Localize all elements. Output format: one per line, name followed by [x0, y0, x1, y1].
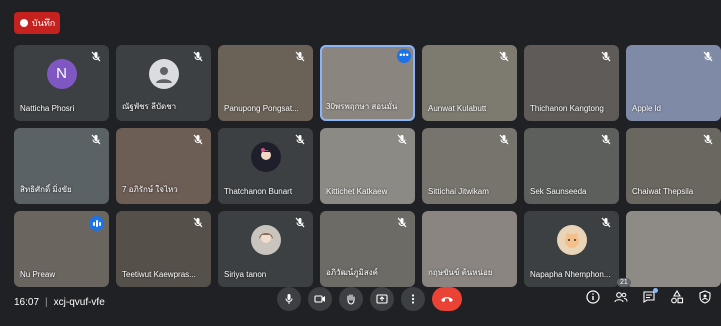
mic-off-icon: [295, 51, 305, 62]
meeting-info: 16:07 | xcj-qvuf-vfe: [14, 297, 105, 308]
mic-off-icon: [601, 51, 611, 62]
meeting-tools: 21: [585, 278, 713, 305]
participant-name: Thatchanon Bunart: [224, 187, 293, 196]
mic-off-icon: [499, 134, 509, 145]
more-options-icon[interactable]: •••: [397, 49, 411, 63]
avatar: [556, 224, 587, 255]
activities-icon: [671, 290, 684, 304]
participant-name: Thichanon Kangtong: [530, 104, 604, 113]
participant-tile[interactable]: Thatchanon Bunart: [218, 128, 313, 204]
participant-name: Apple ld: [632, 104, 661, 113]
participant-name: Chaiwat Thepsila: [632, 187, 694, 196]
end-call-button[interactable]: [432, 287, 462, 311]
mic-off-icon: [295, 134, 305, 145]
avatar: [148, 58, 179, 89]
participant-tile[interactable]: Kittichet Katkaew: [320, 128, 415, 204]
mic-off-icon: [193, 217, 203, 228]
more-icon: [411, 294, 415, 304]
chat-button[interactable]: [641, 288, 658, 305]
more-options-button[interactable]: [401, 287, 425, 311]
divider: |: [45, 297, 48, 308]
raise-hand-button[interactable]: [339, 287, 363, 311]
participant-tile[interactable]: ณัฐพัชร ลีบัดชา: [116, 45, 211, 121]
participant-name: Aunwat Kulabutt: [428, 104, 487, 113]
participant-name: Kittichet Katkaew: [326, 187, 388, 196]
meeting-details-button[interactable]: [585, 289, 601, 305]
mic-off-icon: [601, 134, 611, 145]
participant-tile[interactable]: Sittichai Jitwikam: [422, 128, 517, 204]
host-controls-button[interactable]: [697, 289, 713, 305]
record-indicator[interactable]: บันทึก: [14, 12, 60, 34]
participant-tile[interactable]: สิทธิศักดิ์ มิ่งขัย: [14, 128, 109, 204]
mic-off-icon: [91, 51, 101, 62]
mic-off-icon: [397, 217, 407, 228]
meeting-code: xcj-qvuf-vfe: [53, 297, 105, 308]
participant-tile[interactable]: Panupong Pongsat...: [218, 45, 313, 121]
avatar: N: [46, 58, 77, 89]
participant-tile[interactable]: Thichanon Kangtong: [524, 45, 619, 121]
participant-name: 30พรพฤกษา สอนมั่น: [326, 102, 398, 111]
participant-tile[interactable]: ••• 30พรพฤกษา สอนมั่น: [320, 45, 415, 121]
mic-off-icon: [91, 134, 101, 145]
participant-name: 7 อภิรักษ์ ใจไหว: [122, 185, 178, 194]
participant-tile[interactable]: Aunwat Kulabutt: [422, 45, 517, 121]
avatar: [250, 141, 281, 172]
end-call-icon: [441, 297, 453, 302]
participant-count-badge: 21: [617, 278, 631, 287]
unread-dot-icon: [653, 288, 658, 293]
people-icon: [614, 292, 628, 303]
raise-hand-icon: [347, 294, 355, 305]
camera-button[interactable]: [308, 287, 332, 311]
mic-icon: [285, 294, 293, 304]
call-controls: [277, 287, 462, 311]
participant-tile[interactable]: Chaiwat Thepsila: [626, 128, 721, 204]
people-button[interactable]: 21: [613, 278, 631, 305]
participant-name: สิทธิศักดิ์ มิ่งขัย: [20, 185, 72, 194]
participant-name: Panupong Pongsat...: [224, 104, 299, 113]
speaking-indicator-icon: [89, 216, 104, 231]
participant-tile[interactable]: Sek Saunseeda: [524, 128, 619, 204]
participant-tile[interactable]: N Natticha Phosri: [14, 45, 109, 121]
mic-off-icon: [397, 134, 407, 145]
profile-picture-icon: [258, 232, 273, 243]
record-dot-icon: [20, 19, 28, 27]
info-icon: [586, 290, 600, 304]
mic-off-icon: [295, 217, 305, 228]
mic-off-icon: [703, 51, 713, 62]
participant-name: Natticha Phosri: [20, 104, 75, 113]
participant-name: Sek Saunseeda: [530, 187, 587, 196]
present-icon: [376, 294, 388, 304]
participant-tile[interactable]: Apple ld: [626, 45, 721, 121]
record-label: บันทึก: [32, 18, 56, 28]
mic-button[interactable]: [277, 287, 301, 311]
profile-picture-icon: [564, 231, 579, 248]
avatar: [250, 224, 281, 255]
camera-icon: [314, 295, 325, 303]
mic-off-icon: [601, 217, 611, 228]
activities-button[interactable]: [669, 289, 685, 305]
participant-name: Sittichai Jitwikam: [428, 187, 489, 196]
mic-off-icon: [193, 51, 203, 62]
host-controls-icon: [699, 290, 711, 304]
profile-picture-icon: [259, 147, 272, 160]
participant-name: ณัฐพัชร ลีบัดชา: [122, 102, 177, 111]
mic-off-icon: [703, 134, 713, 145]
person-icon: [155, 66, 172, 83]
participant-grid: N Natticha Phosri ณัฐพัชร ลีบัดชา Panupo…: [14, 45, 721, 287]
mic-off-icon: [499, 51, 509, 62]
mic-off-icon: [193, 134, 203, 145]
bottom-bar: 16:07 | xcj-qvuf-vfe 21: [0, 276, 721, 326]
participant-tile[interactable]: 7 อภิรักษ์ ใจไหว: [116, 128, 211, 204]
meeting-time: 16:07: [14, 297, 40, 308]
present-button[interactable]: [370, 287, 394, 311]
